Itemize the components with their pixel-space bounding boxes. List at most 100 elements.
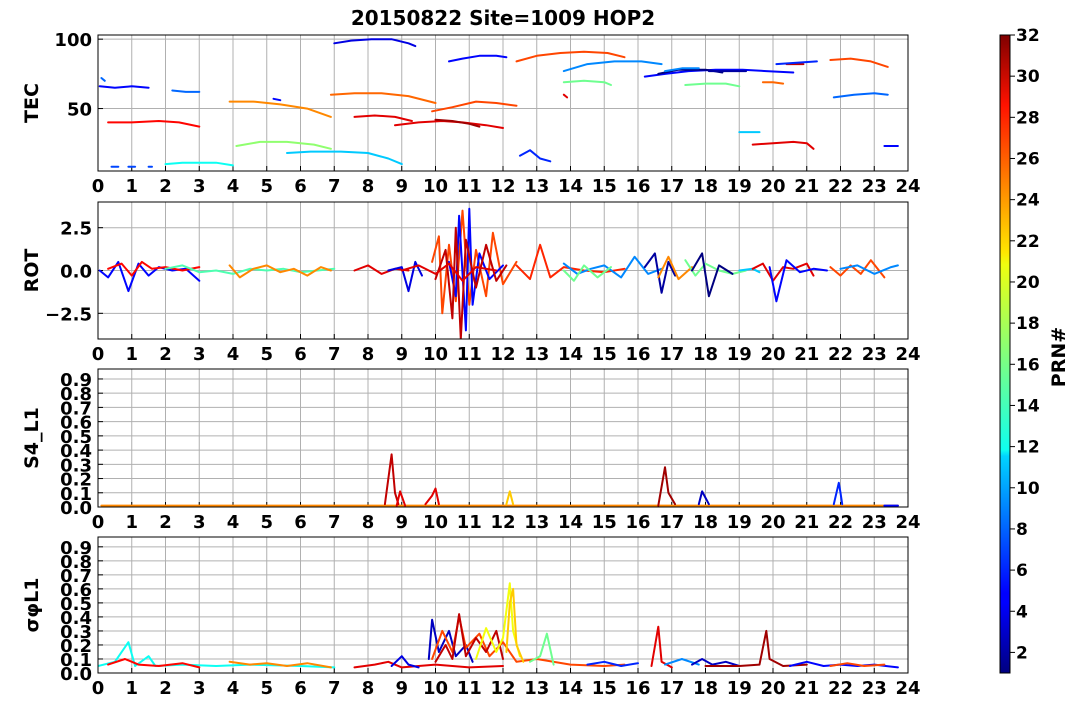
s4-x-tick-label: 0 — [92, 512, 105, 533]
tec-x-tick-label: 6 — [294, 176, 307, 197]
tec-y-tick-label: 50 — [67, 100, 92, 121]
rot-x-tick-label: 17 — [659, 344, 684, 365]
sigma-phi-x-tick-label: 8 — [362, 678, 375, 699]
s4-x-tick-label: 3 — [193, 512, 206, 533]
sigma-phi-x-tick-label: 15 — [592, 678, 617, 699]
sigma-phi-x-tick-label: 10 — [423, 678, 448, 699]
rot-y-tick-label: −2.5 — [45, 304, 92, 325]
s4-x-tick-label: 2 — [159, 512, 172, 533]
s4-x-tick-label: 16 — [625, 512, 650, 533]
s4-x-tick-label: 21 — [794, 512, 819, 533]
rot-x-tick-label: 23 — [862, 344, 887, 365]
tec-x-tick-label: 11 — [457, 176, 482, 197]
rot-x-tick-label: 5 — [260, 344, 273, 365]
s4-x-tick-label: 11 — [457, 512, 482, 533]
s4-x-tick-label: 5 — [260, 512, 273, 533]
s4-x-tick-label: 1 — [125, 512, 138, 533]
colorbar-tick-label: 14 — [1016, 396, 1040, 416]
s4-x-tick-label: 10 — [423, 512, 448, 533]
sigma-phi-x-tick-label: 11 — [457, 678, 482, 699]
s4-y-tick-label: 0.0 — [60, 498, 92, 519]
tec-x-tick-label: 20 — [760, 176, 785, 197]
rot-x-tick-label: 4 — [227, 344, 240, 365]
panel-s4: 0 1 2 3 4 5 6 7 8 9 10 11 12 13 14 15 16 17 18 19 20 21 22 23 24… — [21, 368, 921, 533]
prn-5-series-line — [272, 97, 282, 102]
rot-x-tick-label: 21 — [794, 344, 819, 365]
s4-x-tick-label: 19 — [727, 512, 752, 533]
tec-x-tick-label: 23 — [862, 176, 887, 197]
sigma-phi-x-tick-label: 12 — [490, 678, 515, 699]
tec-x-tick-label: 0 — [92, 176, 105, 197]
rot-x-tick-label: 0 — [92, 344, 105, 365]
rot-y-tick-label: 2.5 — [60, 219, 92, 240]
s4-x-tick-label: 6 — [294, 512, 307, 533]
sigma-phi-x-tick-label: 6 — [294, 678, 307, 699]
sigma-phi-x-tick-label: 16 — [625, 678, 650, 699]
sigma-phi-x-tick-label: 14 — [558, 678, 583, 699]
sigma-phi-x-tick-label: 3 — [193, 678, 206, 699]
colorbar-tick-label: 26 — [1016, 149, 1040, 169]
s4-x-tick-label: 4 — [227, 512, 240, 533]
sigma-phi-x-tick-label: 24 — [895, 678, 920, 699]
tec-x-tick-label: 1 — [125, 176, 138, 197]
s4-x-tick-label: 22 — [828, 512, 853, 533]
tec-x-tick-label: 9 — [395, 176, 408, 197]
s4-x-tick-label: 17 — [659, 512, 684, 533]
colorbar-tick-label: 6 — [1016, 561, 1028, 581]
rot-x-tick-label: 19 — [727, 344, 752, 365]
sigma-phi-x-tick-label: 13 — [524, 678, 549, 699]
tec-x-tick-label: 3 — [193, 176, 206, 197]
tec-x-tick-label: 5 — [260, 176, 273, 197]
figure-title: 20150822 Site=1009 HOP2 — [351, 6, 655, 30]
rot-x-tick-label: 11 — [457, 344, 482, 365]
tec-x-tick-label: 14 — [558, 176, 583, 197]
s4-x-tick-label: 7 — [328, 512, 341, 533]
tec-y-axis-title: TEC — [21, 83, 43, 123]
tec-x-tick-label: 17 — [659, 176, 684, 197]
rot-x-tick-label: 12 — [490, 344, 515, 365]
colorbar-tick-label: 32 — [1016, 26, 1040, 46]
rot-x-tick-label: 14 — [558, 344, 583, 365]
colorbar-tick-label: 16 — [1016, 355, 1040, 375]
tec-x-tick-label: 22 — [828, 176, 853, 197]
rot-x-tick-label: 3 — [193, 344, 206, 365]
colorbar-tick-label: 22 — [1016, 232, 1040, 252]
s4-x-tick-label: 12 — [490, 512, 515, 533]
colorbar-label: PRN# — [1048, 327, 1070, 387]
s4-x-tick-label: 23 — [862, 512, 887, 533]
panel-sigma-phi: 0 1 2 3 4 5 6 7 8 9 10 11 12 13 14 15 16 17 18 19 20 21 22 23 24… — [21, 536, 921, 699]
sigma-phi-y-axis-title: σφL1 — [21, 578, 43, 633]
rot-x-tick-label: 1 — [125, 344, 138, 365]
colorbar-tick-label: 20 — [1016, 273, 1040, 293]
tec-x-tick-label: 24 — [895, 176, 920, 197]
tec-x-tick-label: 13 — [524, 176, 549, 197]
rot-x-tick-label: 16 — [625, 344, 650, 365]
s4-x-tick-label: 13 — [524, 512, 549, 533]
rot-x-tick-label: 6 — [294, 344, 307, 365]
rot-x-tick-label: 8 — [362, 344, 375, 365]
tec-x-tick-label: 12 — [490, 176, 515, 197]
tec-y-tick-label: 100 — [54, 30, 92, 51]
figure: 20150822 Site=1009 HOP2 0 1 2 3 4 5 6 7 8 9 10 11 12… — [21, 6, 1070, 699]
colorbar: PRN# 2468101214161820222426283032 — [999, 26, 1070, 674]
rot-x-tick-label: 2 — [159, 344, 172, 365]
colorbar-tick-label: 4 — [1016, 602, 1028, 622]
tec-x-tick-label: 4 — [227, 176, 240, 197]
sigma-phi-x-tick-label: 23 — [862, 678, 887, 699]
rot-x-tick-label: 7 — [328, 344, 341, 365]
rot-y-axis-title: ROT — [21, 249, 43, 293]
prn-5-series-line — [98, 85, 150, 89]
sigma-phi-x-tick-label: 17 — [659, 678, 684, 699]
s4-y-axis-title: S4_L1 — [21, 407, 43, 469]
sigma-phi-x-tick-label: 9 — [395, 678, 408, 699]
panel-rot: 0 1 2 3 4 5 6 7 8 9 10 11 12 13 14 15 16 17 18 19 20 21 22 23 24… — [21, 201, 921, 365]
colorbar-tick-label: 2 — [1016, 643, 1028, 663]
rot-x-tick-label: 20 — [760, 344, 785, 365]
tec-x-tick-label: 15 — [592, 176, 617, 197]
rot-x-tick-label: 18 — [693, 344, 718, 365]
tec-x-tick-label: 7 — [328, 176, 341, 197]
s4-x-tick-label: 9 — [395, 512, 408, 533]
sigma-phi-x-tick-label: 22 — [828, 678, 853, 699]
colorbar-tick-label: 18 — [1016, 314, 1040, 334]
colorbar-tick-label: 10 — [1016, 479, 1040, 499]
